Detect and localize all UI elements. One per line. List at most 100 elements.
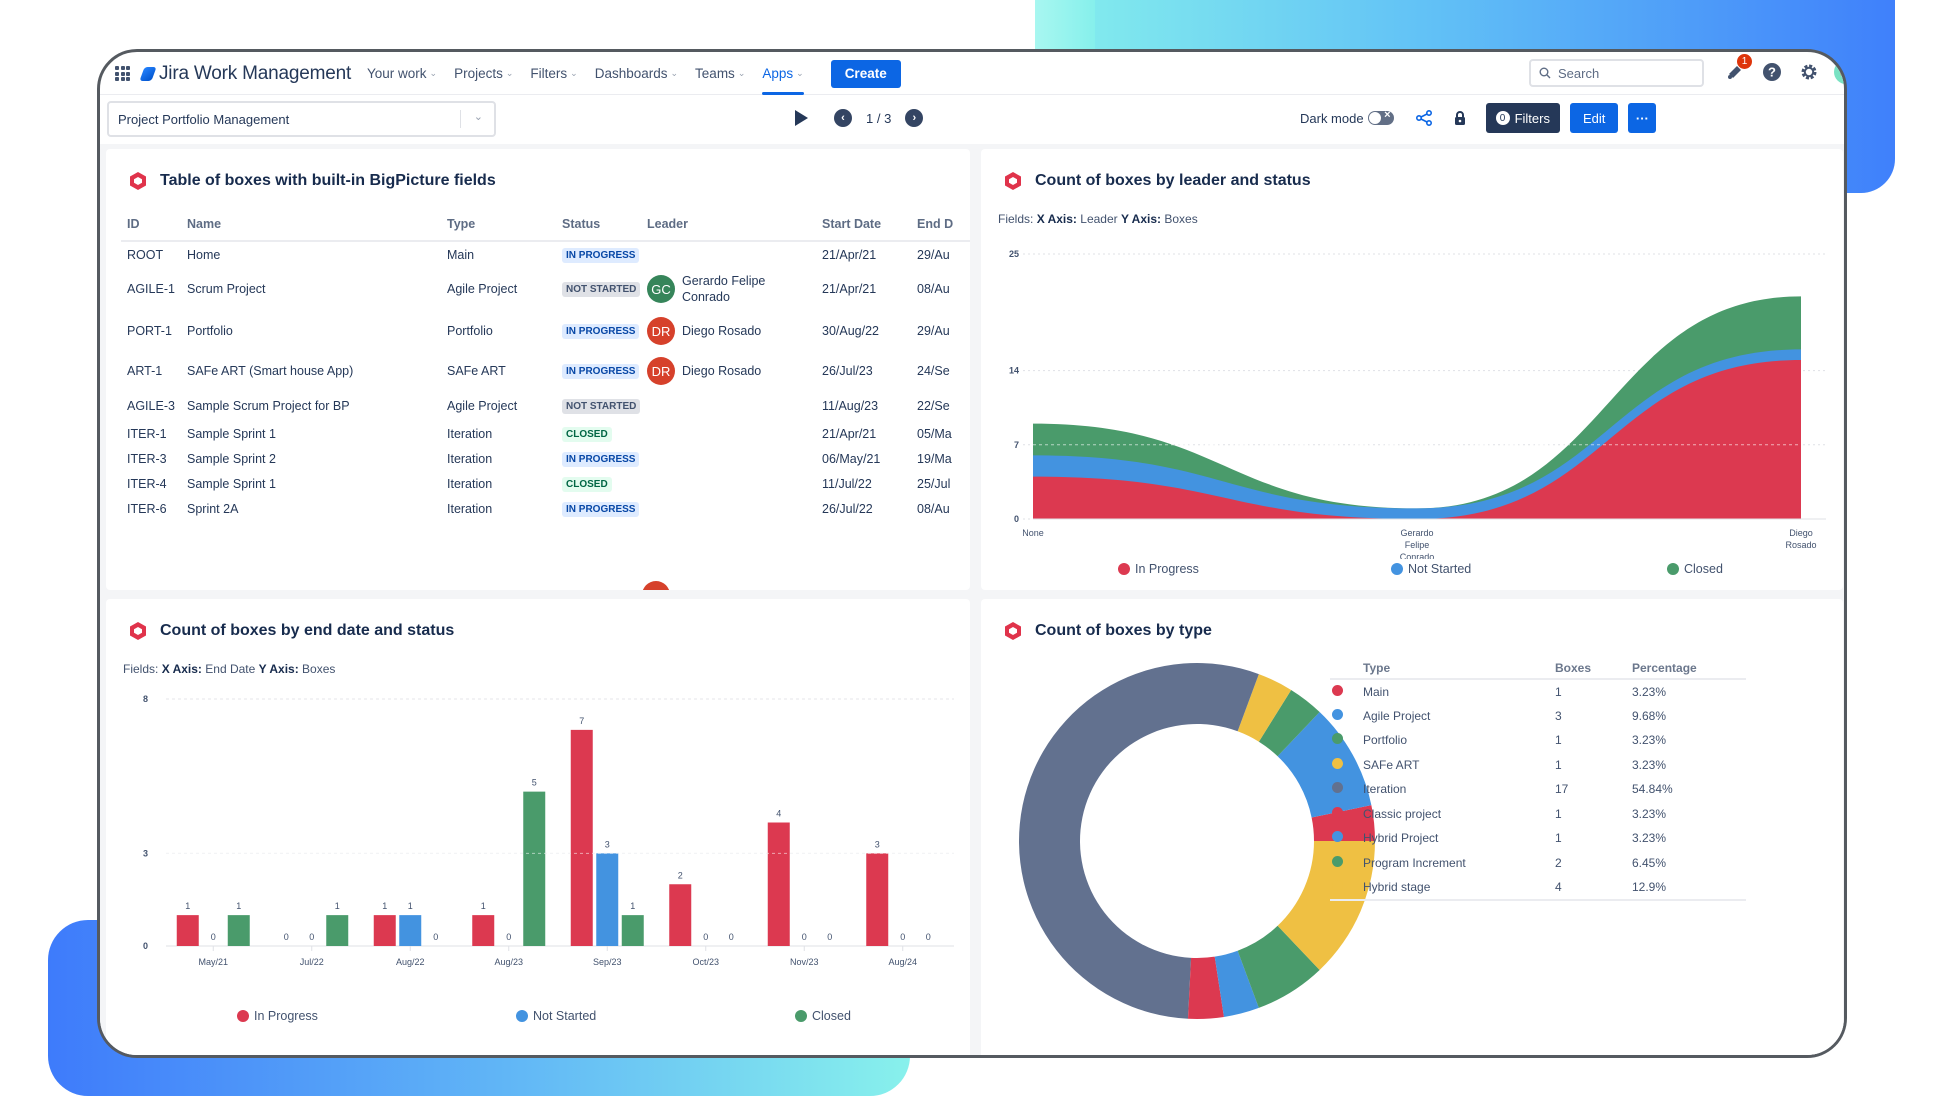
y-axis-label: Y Axis: <box>258 662 299 676</box>
dark-mode-toggle[interactable] <box>1367 109 1394 125</box>
status-lozenge: IN PROGRESS <box>562 451 640 467</box>
edit-button[interactable]: Edit <box>1569 103 1619 133</box>
end-date-status-chart-gadget: Count of boxes by end date and status Fi… <box>106 599 970 1055</box>
nav-item-filters[interactable]: Filters ⌄ <box>530 52 577 95</box>
nav-item-teams[interactable]: Teams ⌄ <box>695 52 745 95</box>
cell-end-date: 25/Jul <box>917 476 951 491</box>
legend-dot <box>1332 733 1343 745</box>
nav-item-your-work[interactable]: Your work ⌄ <box>367 52 437 95</box>
table-row[interactable]: AGILE-3 Sample Scrum Project for BP Agile … <box>121 391 970 421</box>
filters-button[interactable]: 0 Filters <box>1485 103 1560 133</box>
y-field: Boxes <box>302 662 336 676</box>
bar-value-label: 0 <box>309 932 314 942</box>
bar-in-progress[interactable] <box>176 915 199 946</box>
nav-item-projects[interactable]: Projects ⌄ <box>454 52 513 95</box>
column-header[interactable]: ID <box>121 207 181 242</box>
cell-start-date: 06/May/21 <box>822 451 881 466</box>
column-header[interactable]: Status <box>556 207 641 242</box>
lock-icon[interactable] <box>1454 110 1466 126</box>
page-indicator: 1 / 3 <box>866 110 892 126</box>
next-page-button[interactable]: › <box>905 109 924 127</box>
table-row[interactable]: PORT-1 Portfolio Portfolio IN PROGRESS DR Die… <box>121 311 970 351</box>
cell-name: Sample Sprint 1 <box>187 476 276 491</box>
filters-count: 0 <box>1495 111 1510 125</box>
table-row[interactable]: ITER-3 Sample Sprint 2 Iteration IN PROGRES… <box>121 446 970 471</box>
y-tick-label: 25 <box>1009 249 1019 259</box>
app-switcher-icon[interactable] <box>115 66 130 81</box>
bar-value-label: 0 <box>703 932 708 942</box>
legend-swatch-cell <box>1330 777 1363 802</box>
create-button[interactable]: Create <box>830 59 901 88</box>
column-header[interactable]: Start Date <box>816 207 911 242</box>
legend-percentage: 3.23% <box>1632 733 1667 748</box>
bar-in-progress[interactable] <box>570 729 593 946</box>
legend-percentage: 3.23% <box>1632 806 1667 821</box>
cell-start-date: 21/Apr/21 <box>822 426 877 441</box>
legend-row[interactable]: SAFe ART 1 3.23% <box>1330 753 1746 778</box>
bar-not-started[interactable] <box>399 915 422 946</box>
cell-leader: DR Diego Rosado <box>641 351 816 391</box>
bar-value-label: 1 <box>382 901 387 911</box>
more-options-button[interactable]: ··· <box>1628 103 1657 133</box>
bar-in-progress[interactable] <box>767 822 790 947</box>
gadget-title: Count of boxes by leader and status <box>1035 172 1311 189</box>
legend-row[interactable]: Main 1 3.23% <box>1330 679 1746 704</box>
column-header[interactable]: Leader <box>641 207 816 242</box>
table-row[interactable]: ROOT Home Main IN PROGRESS 21/Apr/21 29/Au <box>121 241 970 267</box>
legend-row[interactable]: Hybrid Project 1 3.23% <box>1330 826 1746 851</box>
legend-item-closed[interactable]: Closed <box>1667 562 1723 576</box>
search-icon <box>1539 67 1551 79</box>
column-header[interactable]: End D <box>911 207 970 242</box>
table-row[interactable]: ITER-1 Sample Sprint 1 Iteration CLOSED 21/A… <box>121 421 970 446</box>
legend-item-not-started[interactable]: Not Started <box>1391 562 1471 576</box>
nav-item-dashboards[interactable]: Dashboards ⌄ <box>595 52 678 95</box>
legend-row[interactable]: Hybrid stage 4 12.9% <box>1330 875 1746 901</box>
legend-swatch-header <box>1330 657 1363 680</box>
legend-dot <box>1332 806 1343 818</box>
search-input[interactable]: Search <box>1529 59 1704 87</box>
table-row[interactable]: ITER-4 Sample Sprint 1 Iteration CLOSED 11/J… <box>121 471 970 496</box>
legend-item-in-progress[interactable]: In Progress <box>1118 562 1199 576</box>
help-button[interactable]: ? <box>1760 60 1784 84</box>
legend-row[interactable]: Agile Project 3 9.68% <box>1330 704 1746 729</box>
column-header[interactable]: Type <box>441 207 556 242</box>
legend-item-not-started[interactable]: Not Started <box>516 1009 596 1023</box>
leader-name: Diego Rosado <box>682 364 762 378</box>
notification-button[interactable]: 1 <box>1723 54 1752 84</box>
project-select[interactable]: Project Portfolio Management ⌄ <box>107 101 496 137</box>
gadget-header: Table of boxes with built-in BigPicture … <box>128 171 496 191</box>
bar-closed[interactable] <box>621 915 644 946</box>
nav-item-label: Your work <box>367 66 427 81</box>
x-tick-label: Felipe <box>1405 540 1430 550</box>
cell-id: ITER-4 <box>127 476 167 491</box>
fields-prefix: Fields: <box>123 662 159 676</box>
bar-in-progress[interactable] <box>866 853 889 946</box>
previous-page-button[interactable]: ‹ <box>834 109 852 127</box>
legend-item-in-progress[interactable]: In Progress <box>237 1009 318 1023</box>
product-logo[interactable]: Jira Work Management <box>139 63 351 85</box>
settings-button[interactable] <box>1797 60 1821 84</box>
bar-in-progress[interactable] <box>669 884 692 946</box>
gadget-header: Count of boxes by type <box>1003 621 1212 641</box>
bar-closed[interactable] <box>227 915 250 946</box>
table-row[interactable]: ART-1 SAFe ART (Smart house App) SAFe ART I… <box>121 351 970 391</box>
cell-status: IN PROGRESS <box>556 496 641 521</box>
status-lozenge: IN PROGRESS <box>562 324 640 339</box>
legend-item-closed[interactable]: Closed <box>795 1009 851 1023</box>
bar-in-progress[interactable] <box>472 915 495 946</box>
bar-in-progress[interactable] <box>373 915 396 946</box>
play-icon[interactable] <box>795 110 808 126</box>
cell-type: Portfolio <box>447 324 493 338</box>
legend-row[interactable]: Portfolio 1 3.23% <box>1330 728 1746 753</box>
bar-closed[interactable] <box>326 915 349 946</box>
nav-item-apps[interactable]: Apps ⌄ <box>762 52 805 95</box>
bar-closed[interactable] <box>523 791 546 946</box>
column-header[interactable]: Name <box>181 207 441 242</box>
legend-row[interactable]: Program Increment 2 6.45% <box>1330 851 1746 876</box>
legend-row[interactable]: Iteration 17 54.84% <box>1330 777 1746 802</box>
table-row[interactable]: AGILE-1 Scrum Project Agile Project NOT STA… <box>121 267 970 311</box>
bar-not-started[interactable] <box>596 853 619 946</box>
legend-row[interactable]: Classic project 1 3.23% <box>1330 802 1746 827</box>
share-icon[interactable] <box>1415 110 1432 126</box>
table-row[interactable]: ITER-6 Sprint 2A Iteration IN PROGRESS 26/Ju… <box>121 496 970 521</box>
